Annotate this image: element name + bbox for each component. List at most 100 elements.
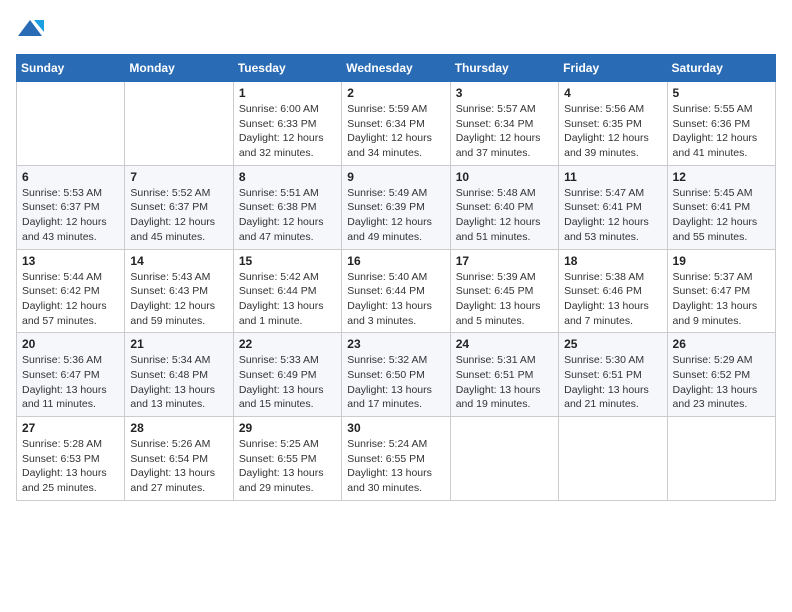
- day-number: 30: [347, 421, 444, 435]
- calendar-week-row: 13 Sunrise: 5:44 AM Sunset: 6:42 PM Dayli…: [17, 249, 776, 333]
- day-info: Sunrise: 5:33 AM Sunset: 6:49 PM Dayligh…: [239, 353, 336, 412]
- day-number: 19: [673, 254, 770, 268]
- calendar-cell: 28Sunrise: 5:26 AM Sunset: 6:54 PM Dayli…: [125, 417, 233, 501]
- calendar-table: SundayMondayTuesdayWednesdayThursdayFrid…: [16, 54, 776, 501]
- calendar-cell: 30 Sunrise: 5:24 AM Sunset: 6:55 PM Dayli…: [342, 417, 450, 501]
- calendar-week-row: 1 Sunrise: 6:00 AM Sunset: 6:33 PM Daylig…: [17, 82, 776, 166]
- day-number: 4: [564, 86, 661, 100]
- calendar-cell: 8Sunrise: 5:51 AM Sunset: 6:38 PM Daylig…: [233, 165, 341, 249]
- day-number: 18: [564, 254, 661, 268]
- day-info: Sunrise: 5:53 AM Sunset: 6:37 PM Dayligh…: [22, 186, 119, 245]
- logo-icon: [16, 16, 44, 44]
- calendar-cell: 25 Sunrise: 5:30 AM Sunset: 6:51 PM Dayli…: [559, 333, 667, 417]
- calendar-cell: 26 Sunrise: 5:29 AM Sunset: 6:52 PM Dayli…: [667, 333, 775, 417]
- calendar-cell: 20Sunrise: 5:36 AM Sunset: 6:47 PM Dayli…: [17, 333, 125, 417]
- calendar-cell: 15Sunrise: 5:42 AM Sunset: 6:44 PM Dayli…: [233, 249, 341, 333]
- calendar-cell: [125, 82, 233, 166]
- calendar-cell: 21 Sunrise: 5:34 AM Sunset: 6:48 PM Dayli…: [125, 333, 233, 417]
- day-info: Sunrise: 6:00 AM Sunset: 6:33 PM Dayligh…: [239, 102, 336, 161]
- day-number: 11: [564, 170, 661, 184]
- calendar-cell: 22 Sunrise: 5:33 AM Sunset: 6:49 PM Dayli…: [233, 333, 341, 417]
- calendar-cell: 12 Sunrise: 5:45 AM Sunset: 6:41 PM Dayli…: [667, 165, 775, 249]
- day-number: 25: [564, 337, 661, 351]
- calendar-cell: 5 Sunrise: 5:55 AM Sunset: 6:36 PM Daylig…: [667, 82, 775, 166]
- calendar-cell: 18 Sunrise: 5:38 AM Sunset: 6:46 PM Dayli…: [559, 249, 667, 333]
- weekday-header: Wednesday: [342, 55, 450, 82]
- day-info: Sunrise: 5:48 AM Sunset: 6:40 PM Dayligh…: [456, 186, 553, 245]
- day-number: 22: [239, 337, 336, 351]
- calendar-cell: 6 Sunrise: 5:53 AM Sunset: 6:37 PM Daylig…: [17, 165, 125, 249]
- day-info: Sunrise: 5:30 AM Sunset: 6:51 PM Dayligh…: [564, 353, 661, 412]
- day-number: 16: [347, 254, 444, 268]
- day-info: Sunrise: 5:52 AM Sunset: 6:37 PM Dayligh…: [130, 186, 227, 245]
- day-info: Sunrise: 5:45 AM Sunset: 6:41 PM Dayligh…: [673, 186, 770, 245]
- day-info: Sunrise: 5:28 AM Sunset: 6:53 PM Dayligh…: [22, 437, 119, 496]
- calendar-cell: 27 Sunrise: 5:28 AM Sunset: 6:53 PM Dayli…: [17, 417, 125, 501]
- calendar-cell: 14 Sunrise: 5:43 AM Sunset: 6:43 PM Dayli…: [125, 249, 233, 333]
- day-info: Sunrise: 5:26 AM Sunset: 6:54 PM Dayligh…: [130, 437, 227, 496]
- calendar-cell: 10 Sunrise: 5:48 AM Sunset: 6:40 PM Dayli…: [450, 165, 558, 249]
- calendar-cell: 4 Sunrise: 5:56 AM Sunset: 6:35 PM Daylig…: [559, 82, 667, 166]
- page-header: [16, 16, 776, 44]
- day-number: 21: [130, 337, 227, 351]
- day-number: 27: [22, 421, 119, 435]
- day-info: Sunrise: 5:24 AM Sunset: 6:55 PM Dayligh…: [347, 437, 444, 496]
- calendar-header-row: SundayMondayTuesdayWednesdayThursdayFrid…: [17, 55, 776, 82]
- calendar-cell: 19 Sunrise: 5:37 AM Sunset: 6:47 PM Dayli…: [667, 249, 775, 333]
- weekday-header: Friday: [559, 55, 667, 82]
- day-info: Sunrise: 5:40 AM Sunset: 6:44 PM Dayligh…: [347, 270, 444, 329]
- day-info: Sunrise: 5:39 AM Sunset: 6:45 PM Dayligh…: [456, 270, 553, 329]
- day-number: 26: [673, 337, 770, 351]
- day-number: 29: [239, 421, 336, 435]
- weekday-header: Monday: [125, 55, 233, 82]
- calendar-cell: 7 Sunrise: 5:52 AM Sunset: 6:37 PM Daylig…: [125, 165, 233, 249]
- day-info: Sunrise: 5:56 AM Sunset: 6:35 PM Dayligh…: [564, 102, 661, 161]
- day-number: 14: [130, 254, 227, 268]
- day-info: Sunrise: 5:25 AM Sunset: 6:55 PM Dayligh…: [239, 437, 336, 496]
- day-number: 10: [456, 170, 553, 184]
- calendar-cell: [559, 417, 667, 501]
- day-info: Sunrise: 5:59 AM Sunset: 6:34 PM Dayligh…: [347, 102, 444, 161]
- day-number: 12: [673, 170, 770, 184]
- day-info: Sunrise: 5:42 AM Sunset: 6:44 PM Dayligh…: [239, 270, 336, 329]
- day-info: Sunrise: 5:34 AM Sunset: 6:48 PM Dayligh…: [130, 353, 227, 412]
- day-info: Sunrise: 5:47 AM Sunset: 6:41 PM Dayligh…: [564, 186, 661, 245]
- day-number: 3: [456, 86, 553, 100]
- calendar-cell: 23 Sunrise: 5:32 AM Sunset: 6:50 PM Dayli…: [342, 333, 450, 417]
- day-info: Sunrise: 5:32 AM Sunset: 6:50 PM Dayligh…: [347, 353, 444, 412]
- day-info: Sunrise: 5:31 AM Sunset: 6:51 PM Dayligh…: [456, 353, 553, 412]
- calendar-cell: 24 Sunrise: 5:31 AM Sunset: 6:51 PM Dayli…: [450, 333, 558, 417]
- day-number: 23: [347, 337, 444, 351]
- day-info: Sunrise: 5:44 AM Sunset: 6:42 PM Dayligh…: [22, 270, 119, 329]
- calendar-cell: 13 Sunrise: 5:44 AM Sunset: 6:42 PM Dayli…: [17, 249, 125, 333]
- day-info: Sunrise: 5:43 AM Sunset: 6:43 PM Dayligh…: [130, 270, 227, 329]
- calendar-cell: [450, 417, 558, 501]
- calendar-cell: 29 Sunrise: 5:25 AM Sunset: 6:55 PM Dayli…: [233, 417, 341, 501]
- day-info: Sunrise: 5:55 AM Sunset: 6:36 PM Dayligh…: [673, 102, 770, 161]
- logo: [16, 16, 46, 44]
- day-number: 6: [22, 170, 119, 184]
- day-number: 5: [673, 86, 770, 100]
- calendar-cell: 17 Sunrise: 5:39 AM Sunset: 6:45 PM Dayli…: [450, 249, 558, 333]
- weekday-header: Tuesday: [233, 55, 341, 82]
- day-number: 7: [130, 170, 227, 184]
- day-number: 9: [347, 170, 444, 184]
- day-number: 17: [456, 254, 553, 268]
- day-info: Sunrise: 5:37 AM Sunset: 6:47 PM Dayligh…: [673, 270, 770, 329]
- day-number: 13: [22, 254, 119, 268]
- calendar-week-row: 6 Sunrise: 5:53 AM Sunset: 6:37 PM Daylig…: [17, 165, 776, 249]
- calendar-cell: 11 Sunrise: 5:47 AM Sunset: 6:41 PM Dayli…: [559, 165, 667, 249]
- day-number: 8: [239, 170, 336, 184]
- day-info: Sunrise: 5:38 AM Sunset: 6:46 PM Dayligh…: [564, 270, 661, 329]
- weekday-header: Thursday: [450, 55, 558, 82]
- day-number: 24: [456, 337, 553, 351]
- day-number: 20: [22, 337, 119, 351]
- day-info: Sunrise: 5:29 AM Sunset: 6:52 PM Dayligh…: [673, 353, 770, 412]
- calendar-cell: [17, 82, 125, 166]
- calendar-cell: 3Sunrise: 5:57 AM Sunset: 6:34 PM Daylig…: [450, 82, 558, 166]
- day-number: 2: [347, 86, 444, 100]
- day-number: 1: [239, 86, 336, 100]
- calendar-cell: 2 Sunrise: 5:59 AM Sunset: 6:34 PM Daylig…: [342, 82, 450, 166]
- day-info: Sunrise: 5:49 AM Sunset: 6:39 PM Dayligh…: [347, 186, 444, 245]
- weekday-header: Saturday: [667, 55, 775, 82]
